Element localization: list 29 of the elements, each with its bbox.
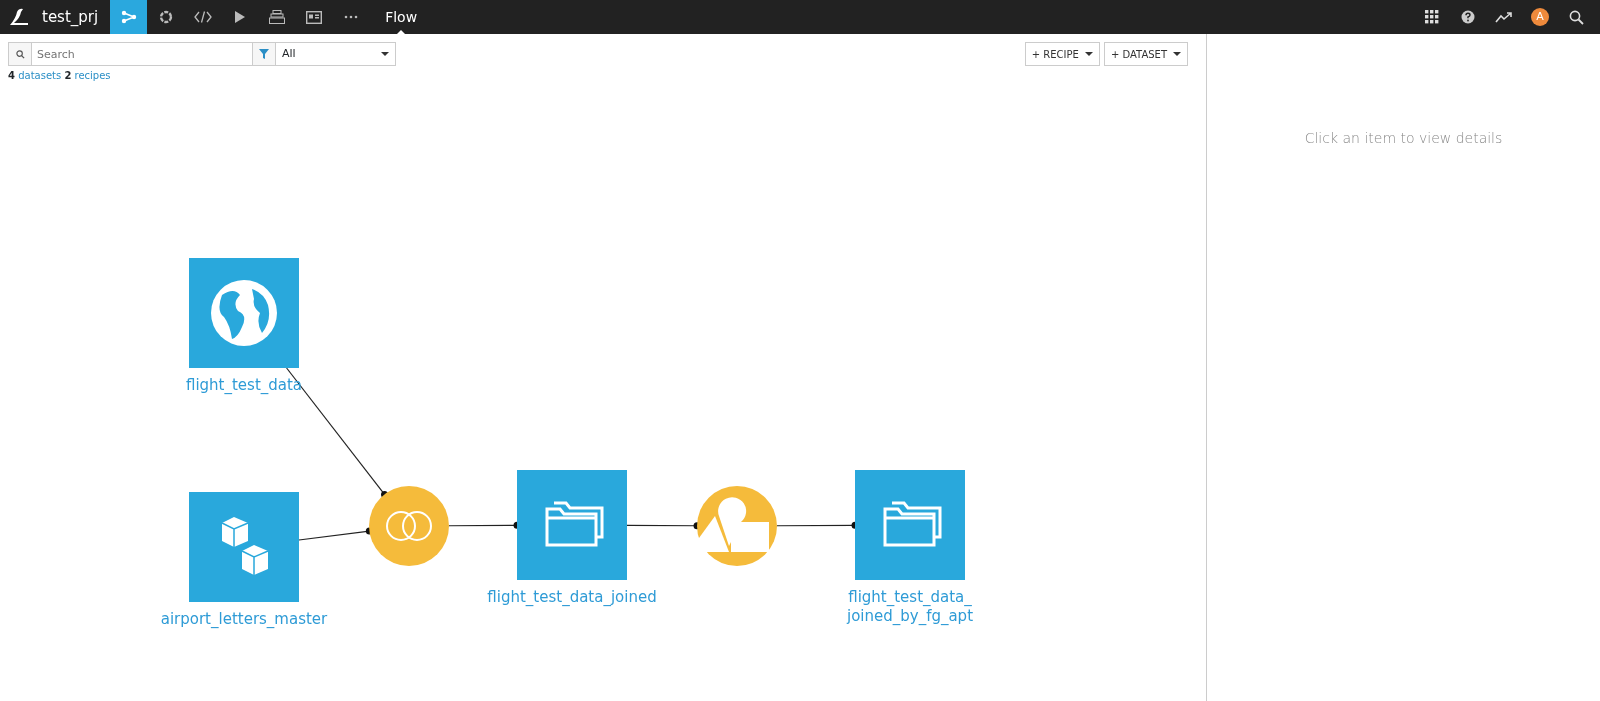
recipe-node[interactable] bbox=[369, 486, 449, 566]
datasets-count: 4 bbox=[8, 70, 15, 81]
dataset-node[interactable] bbox=[517, 470, 627, 580]
recipes-count: 2 bbox=[64, 70, 72, 81]
filter-dropdown[interactable]: All bbox=[276, 42, 396, 66]
user-avatar[interactable]: A bbox=[1531, 8, 1549, 26]
dataset-name[interactable]: airport_letters_master bbox=[160, 610, 328, 629]
flow-icon[interactable] bbox=[110, 0, 148, 34]
overlapping-circles-icon bbox=[386, 511, 432, 541]
search-field[interactable]: Search bbox=[32, 42, 255, 66]
add-dropdown-button[interactable]: + DATASET bbox=[1103, 42, 1188, 66]
dataset-node[interactable] bbox=[855, 470, 965, 580]
cubes-icon bbox=[221, 517, 269, 576]
search-icon bbox=[8, 42, 32, 66]
shapes-icon bbox=[699, 497, 769, 552]
dataset-name[interactable]: flight_test_data_ joined_by_fg_apt bbox=[846, 588, 974, 626]
datasets-link[interactable]: datasets bbox=[18, 70, 62, 81]
project-name[interactable]: test_prj bbox=[30, 5, 111, 29]
globe-icon bbox=[211, 280, 277, 346]
dataset-name[interactable]: flight_test_data_joined bbox=[487, 588, 657, 607]
bird-logo-icon[interactable] bbox=[8, 8, 30, 26]
section-title[interactable]: Flow bbox=[369, 0, 434, 34]
recipes-link[interactable]: recipes bbox=[74, 70, 111, 81]
folders-icon bbox=[545, 501, 604, 547]
dataset-node[interactable] bbox=[189, 492, 299, 602]
details-placeholder-text: Click an item to view details bbox=[1304, 130, 1503, 146]
folders-icon bbox=[883, 501, 942, 547]
dataset-name[interactable]: flight_test_data bbox=[185, 376, 303, 395]
add-dropdown-button[interactable]: + RECIPE bbox=[1024, 42, 1100, 66]
